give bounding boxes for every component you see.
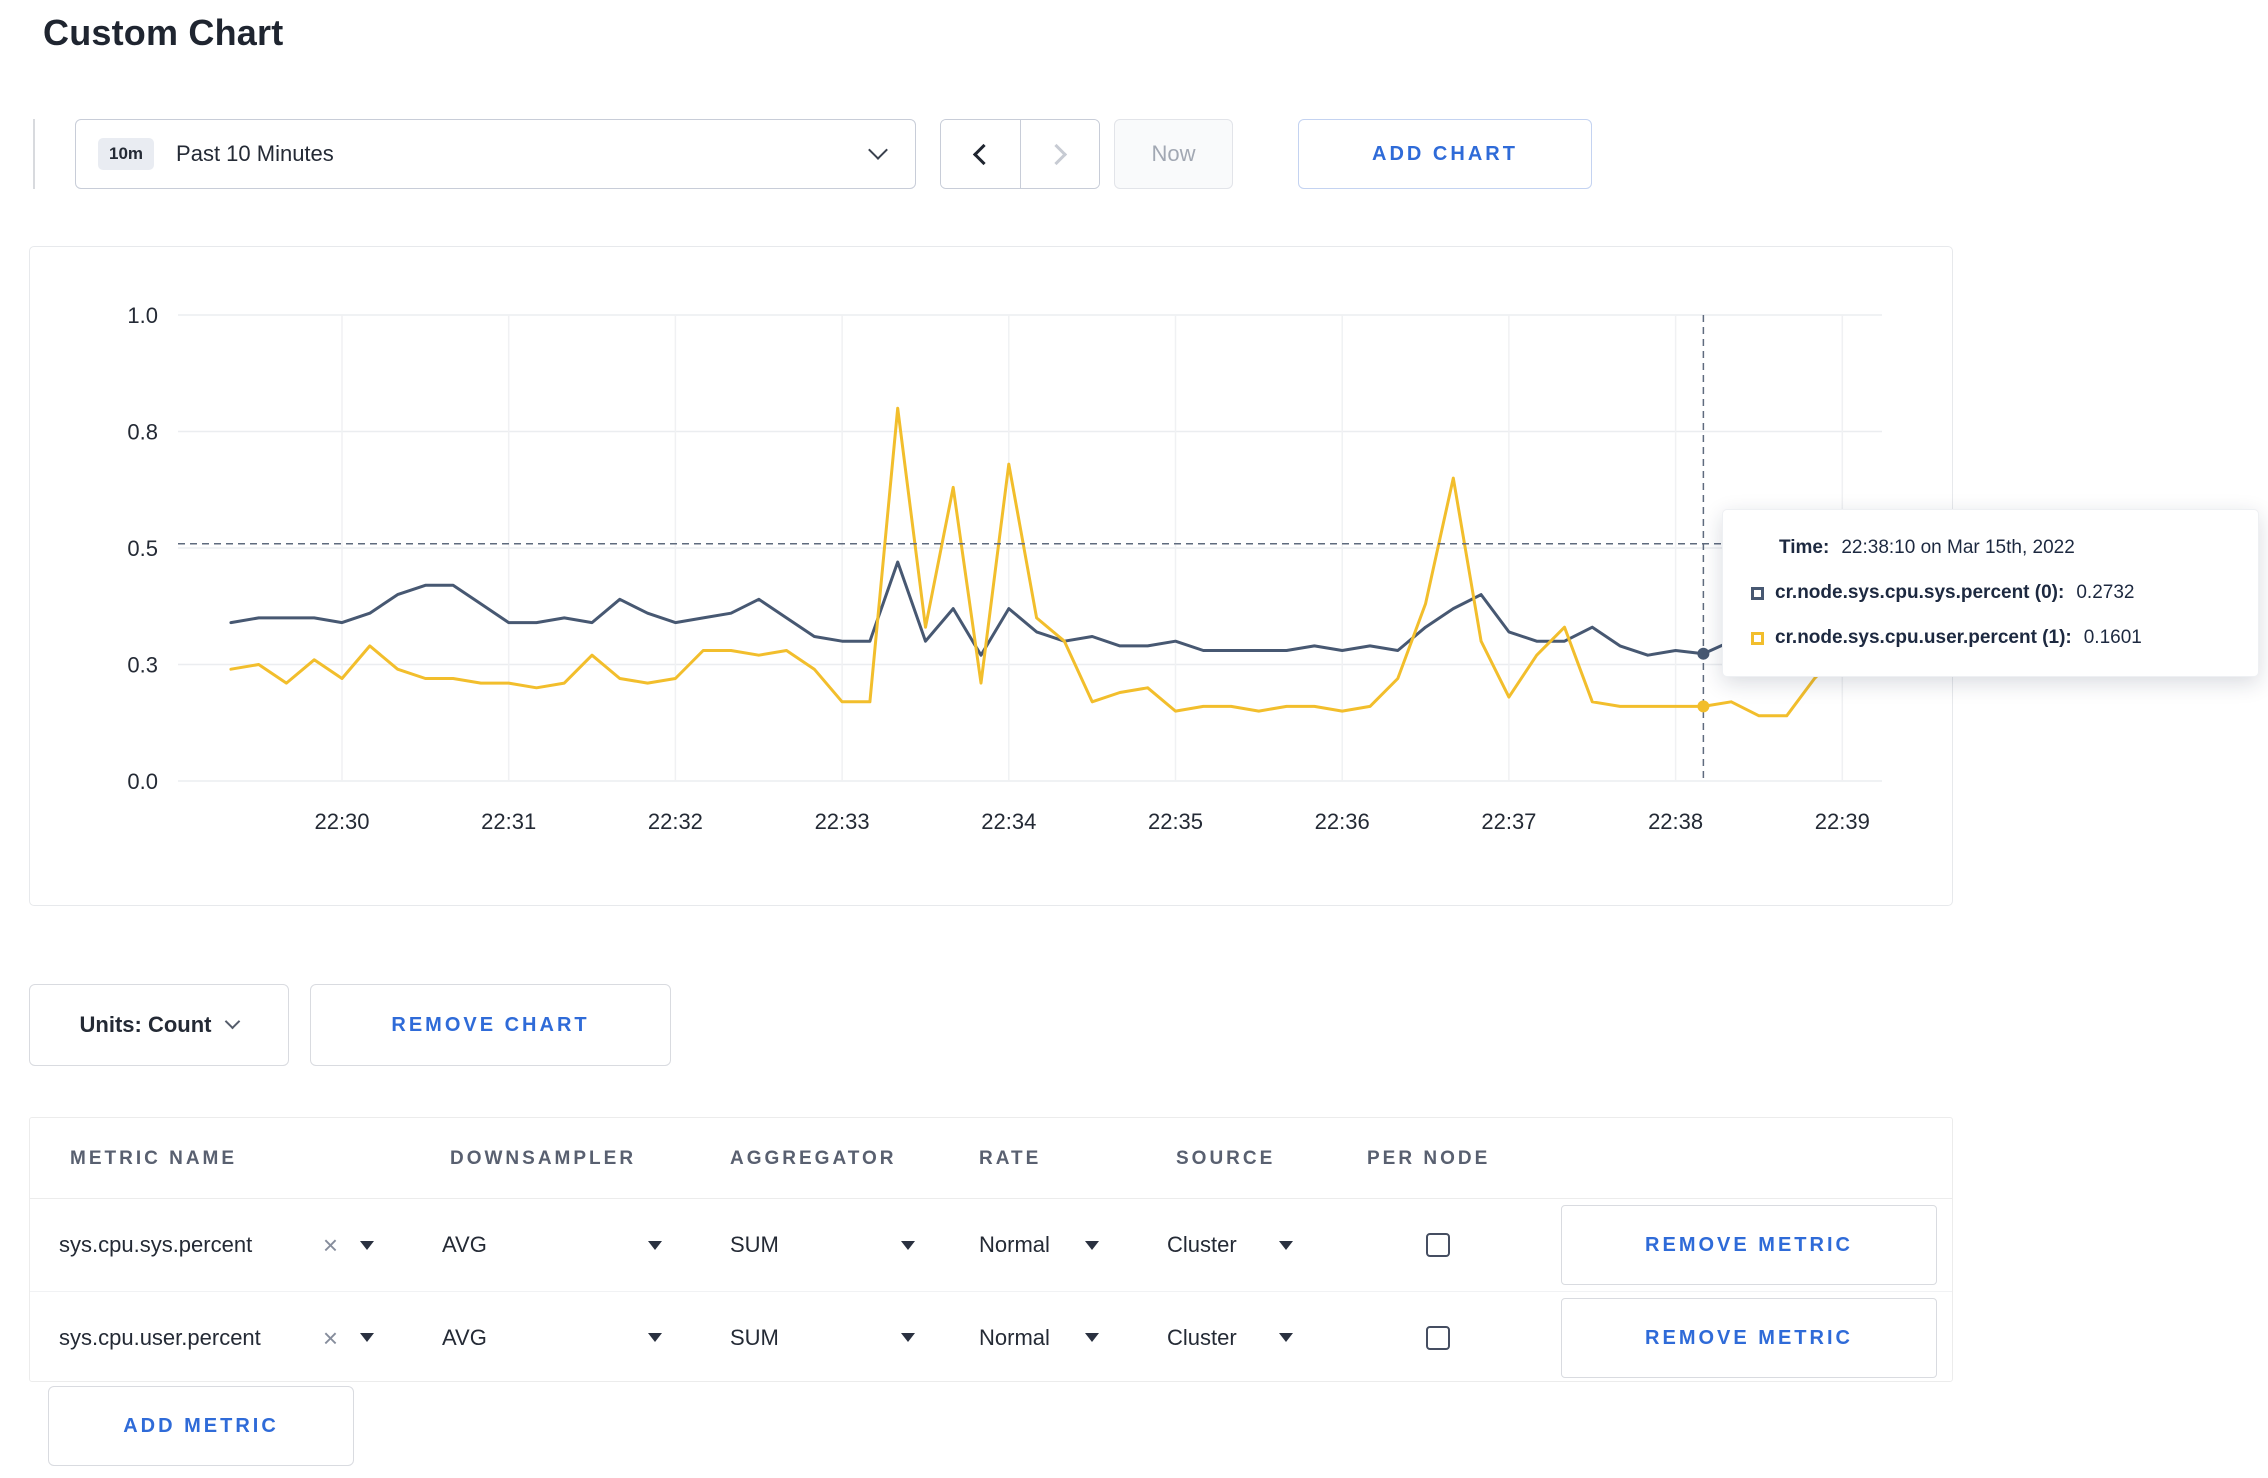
- units-label: Units: Count: [79, 1012, 212, 1037]
- metric-name-select[interactable]: sys.cpu.sys.percent ×: [59, 1199, 374, 1291]
- caret-down-icon: [1279, 1240, 1293, 1250]
- now-button[interactable]: Now: [1114, 119, 1233, 189]
- source-value: Cluster: [1167, 1232, 1237, 1257]
- metrics-table: METRIC NAME DOWNSAMPLER AGGREGATOR RATE …: [29, 1117, 1953, 1382]
- header-metric-name: METRIC NAME: [70, 1148, 238, 1169]
- tooltip-series-value: 0.1601: [2083, 627, 2142, 648]
- caret-down-icon: [360, 1240, 374, 1250]
- tooltip-time-label: Time:: [1779, 537, 1830, 558]
- caret-down-icon: [360, 1333, 374, 1342]
- chevron-down-icon: [868, 140, 888, 160]
- per-node-checkbox[interactable]: [1426, 1233, 1450, 1257]
- downsampler-value: AVG: [442, 1324, 487, 1350]
- aggregator-select[interactable]: SUM: [730, 1292, 915, 1383]
- header-source: SOURCE: [1176, 1148, 1276, 1169]
- chevron-down-icon: [225, 1013, 241, 1029]
- units-select[interactable]: Units: Count: [29, 984, 289, 1066]
- svg-text:0.3: 0.3: [127, 653, 158, 678]
- remove-metric-button[interactable]: REMOVE METRIC: [1561, 1298, 1937, 1378]
- aggregator-value: SUM: [730, 1324, 779, 1350]
- metric-row: sys.cpu.sys.percent × AVG SUM Normal Clu…: [30, 1199, 1952, 1291]
- source-select[interactable]: Cluster: [1167, 1292, 1293, 1383]
- caret-down-icon: [1085, 1333, 1099, 1342]
- rate-value: Normal: [979, 1324, 1050, 1350]
- time-range-label: Past 10 Minutes: [176, 141, 334, 166]
- caret-down-icon: [1085, 1240, 1099, 1250]
- svg-text:1.0: 1.0: [127, 303, 158, 328]
- remove-metric-button[interactable]: REMOVE METRIC: [1561, 1205, 1937, 1285]
- rate-select[interactable]: Normal: [979, 1292, 1099, 1383]
- svg-text:22:35: 22:35: [1148, 809, 1203, 834]
- caret-down-icon: [1279, 1333, 1293, 1342]
- chart-tooltip: Time: 22:38:10 on Mar 15th, 2022 cr.node.…: [1722, 509, 2259, 677]
- metric-name: sys.cpu.user.percent: [59, 1324, 261, 1350]
- sys-series-swatch-icon: [1751, 586, 1764, 600]
- svg-text:22:38: 22:38: [1648, 809, 1703, 834]
- tooltip-series-row: cr.node.sys.cpu.sys.percent (0): 0.2732: [1751, 582, 2230, 604]
- chevron-left-icon: [972, 143, 994, 165]
- chart-card: 0.0 0.3 0.5 0.8 1.0 22:30 22:31 22:32 22:33 22:34…: [29, 246, 1953, 906]
- caret-down-icon: [648, 1240, 662, 1250]
- rate-select[interactable]: Normal: [979, 1199, 1099, 1291]
- clear-metric-icon[interactable]: ×: [323, 1325, 338, 1351]
- header-downsampler: DOWNSAMPLER: [450, 1148, 637, 1169]
- caret-down-icon: [901, 1240, 915, 1250]
- source-select[interactable]: Cluster: [1167, 1199, 1293, 1291]
- header-rate: RATE: [979, 1148, 1042, 1169]
- metric-name: sys.cpu.sys.percent: [59, 1232, 253, 1257]
- svg-text:0.8: 0.8: [127, 420, 158, 445]
- header-aggregator: AGGREGATOR: [730, 1148, 897, 1169]
- time-pager: [940, 119, 1100, 189]
- svg-text:22:32: 22:32: [648, 809, 703, 834]
- svg-text:22:39: 22:39: [1815, 809, 1870, 834]
- add-chart-button[interactable]: ADD CHART: [1298, 119, 1592, 189]
- svg-text:22:37: 22:37: [1481, 809, 1536, 834]
- source-value: Cluster: [1167, 1324, 1237, 1350]
- rate-value: Normal: [979, 1232, 1050, 1257]
- metric-row: sys.cpu.user.percent × AVG SUM Normal Cl…: [30, 1291, 1952, 1383]
- svg-text:22:36: 22:36: [1315, 809, 1370, 834]
- caret-down-icon: [901, 1333, 915, 1342]
- downsampler-select[interactable]: AVG: [442, 1199, 662, 1291]
- time-range-select[interactable]: 10m Past 10 Minutes: [75, 119, 916, 189]
- tooltip-time-row: Time: 22:38:10 on Mar 15th, 2022: [1751, 537, 2230, 559]
- chevron-right-icon: [1046, 143, 1068, 165]
- clear-metric-icon[interactable]: ×: [323, 1232, 338, 1258]
- downsampler-select[interactable]: AVG: [442, 1292, 662, 1383]
- caret-down-icon: [648, 1333, 662, 1342]
- metric-name-select[interactable]: sys.cpu.user.percent ×: [59, 1292, 374, 1383]
- tooltip-series-label: cr.node.sys.cpu.sys.percent (0):: [1775, 582, 2065, 603]
- svg-text:0.0: 0.0: [127, 769, 158, 794]
- header-per-node: PER NODE: [1367, 1148, 1491, 1169]
- next-time-button[interactable]: [1019, 120, 1099, 188]
- svg-text:22:34: 22:34: [981, 809, 1036, 834]
- user-series-swatch-icon: [1751, 631, 1764, 645]
- aggregator-value: SUM: [730, 1232, 779, 1257]
- tooltip-series-row: cr.node.sys.cpu.user.percent (1): 0.1601: [1751, 627, 2230, 649]
- aggregator-select[interactable]: SUM: [730, 1199, 915, 1291]
- tooltip-time-value: 22:38:10 on Mar 15th, 2022: [1841, 537, 2075, 558]
- remove-chart-button[interactable]: REMOVE CHART: [310, 984, 671, 1066]
- tooltip-series-label: cr.node.sys.cpu.user.percent (1):: [1775, 627, 2072, 648]
- per-node-checkbox[interactable]: [1426, 1326, 1450, 1350]
- time-range-badge: 10m: [98, 138, 155, 170]
- toolbar-left-divider: [33, 119, 35, 189]
- prev-time-button[interactable]: [941, 120, 1020, 188]
- tooltip-series-value: 0.2732: [2076, 582, 2135, 603]
- svg-text:22:30: 22:30: [314, 809, 369, 834]
- svg-text:22:33: 22:33: [815, 809, 870, 834]
- page-title: Custom Chart: [43, 12, 284, 53]
- svg-text:0.5: 0.5: [127, 536, 158, 561]
- chart-svg[interactable]: 0.0 0.3 0.5 0.8 1.0 22:30 22:31 22:32 22:33 22:34…: [30, 247, 1951, 904]
- add-metric-button[interactable]: ADD METRIC: [48, 1386, 354, 1466]
- downsampler-value: AVG: [442, 1232, 487, 1257]
- svg-text:22:31: 22:31: [481, 809, 536, 834]
- metrics-table-header: METRIC NAME DOWNSAMPLER AGGREGATOR RATE …: [30, 1118, 1952, 1199]
